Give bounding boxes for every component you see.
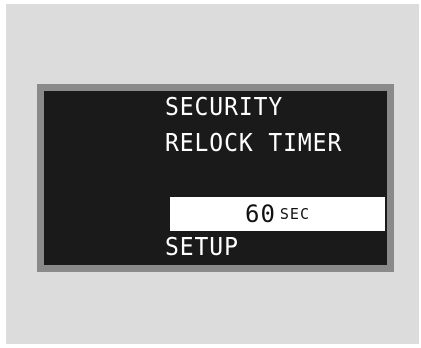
setup-label: SETUP — [165, 232, 239, 261]
menu-category-label: SECURITY — [165, 92, 284, 121]
lcd-screen: SECURITY RELOCK TIMER 60 SEC SETUP — [44, 91, 387, 265]
timer-unit: SEC — [279, 205, 310, 223]
timer-value: 60 — [245, 200, 276, 228]
selected-value-highlight: 60 SEC — [170, 197, 385, 231]
setting-name-label: RELOCK TIMER — [165, 128, 343, 157]
